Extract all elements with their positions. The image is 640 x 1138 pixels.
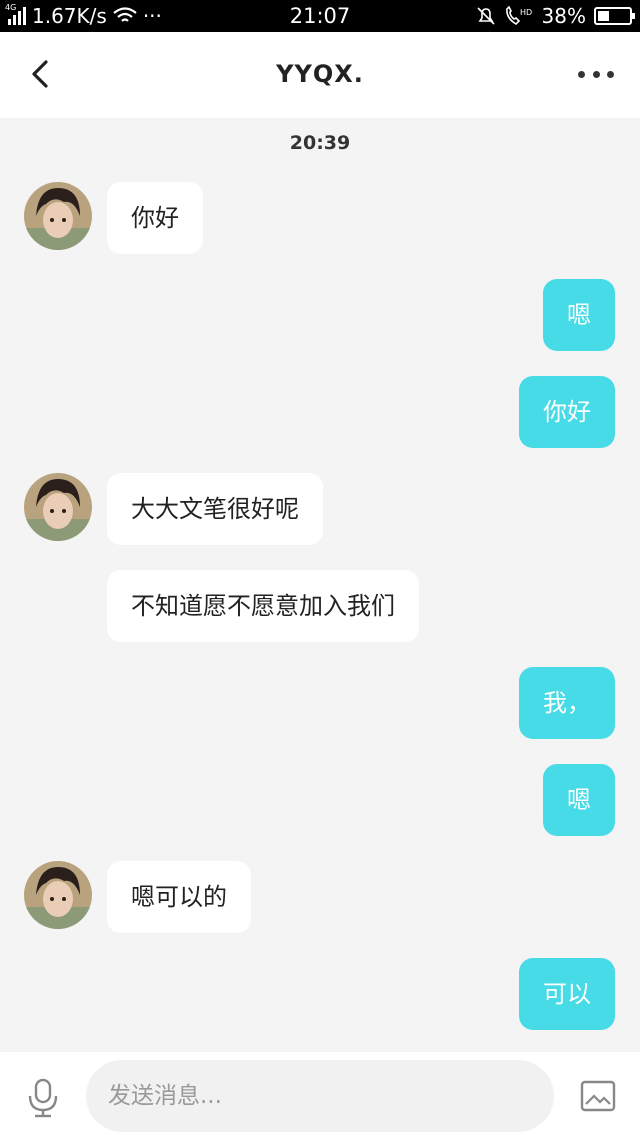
more-button[interactable] [578,62,614,86]
message-bubble[interactable]: 你好 [107,182,203,254]
chat-title: YYQX. [276,60,364,88]
message-bubble[interactable]: 你好 [519,376,615,448]
message-bubble[interactable]: 嗯 [543,279,615,351]
message-bubble[interactable]: 大大文笔很好呢 [107,473,323,545]
message-bubble[interactable]: 嗯可以的 [107,861,251,933]
battery-percent: 38% [541,4,586,28]
message-bubble[interactable]: 我， [519,667,615,739]
image-icon[interactable] [580,1080,616,1112]
message-bubble[interactable]: 嗯 [543,764,615,836]
message-input[interactable] [86,1060,554,1132]
message-time-label: 20:39 [289,132,351,154]
status-bar: 4G 1.67K/s ··· 21:07 HD 38% [0,0,640,32]
chat-header: YYQX. [0,32,640,118]
more-dots-icon [578,70,585,78]
message-bubble[interactable]: 不知道愿不愿意加入我们 [107,570,419,642]
battery-icon [594,7,635,25]
avatar[interactable] [24,473,92,541]
input-bar [0,1052,640,1138]
hd-call-icon: HD [505,6,532,26]
avatar[interactable] [24,182,92,250]
svg-text:HD: HD [520,8,532,17]
avatar[interactable] [24,861,92,929]
bell-off-icon [476,7,495,25]
message-bubble[interactable]: 可以 [519,958,615,1030]
microphone-icon[interactable] [26,1078,60,1118]
